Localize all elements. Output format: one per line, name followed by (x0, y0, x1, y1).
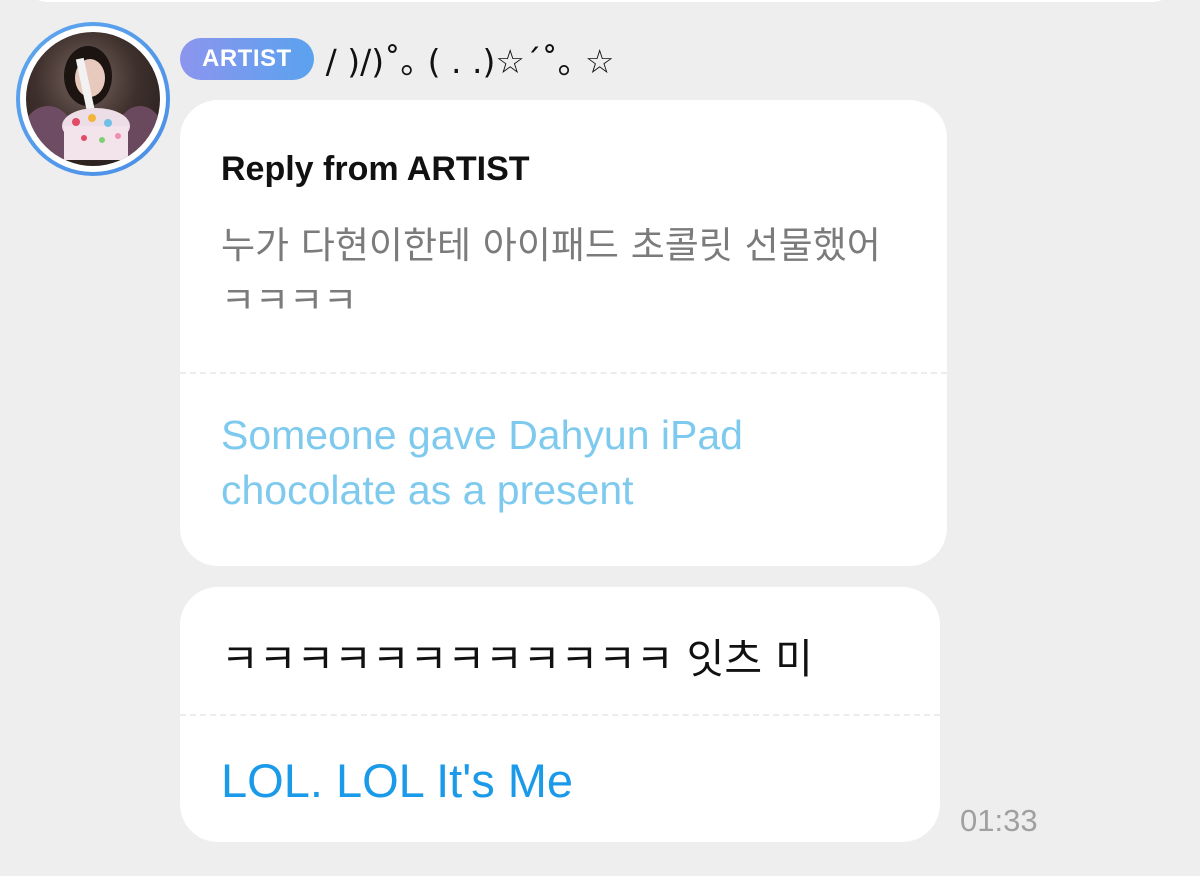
avatar-cake-deco (88, 114, 96, 122)
avatar-cake-deco (72, 118, 80, 126)
reply-original-text: 누가 다현이한테 아이패드 초콜릿 선물했어ㅋㅋㅋㅋ (221, 224, 881, 322)
avatar-illustration (26, 46, 160, 166)
message-timestamp: 01:33 (960, 803, 1038, 838)
reply-header: Reply from ARTIST (221, 150, 530, 188)
previous-message-bubble-edge (22, 0, 1178, 2)
avatar-cake-deco (115, 133, 121, 139)
avatar-cake-deco (104, 119, 112, 127)
avatar-cake-deco (81, 135, 87, 141)
avatar-cake-deco (99, 137, 105, 143)
message-original-text: ㅋㅋㅋㅋㅋㅋㅋㅋㅋㅋㅋㅋ 잇츠 미 (221, 635, 813, 683)
avatar-border (20, 26, 166, 172)
reply-translation-text: Someone gave Dahyun iPad chocolate as a … (221, 412, 743, 513)
message-bubble[interactable]: ㅋㅋㅋㅋㅋㅋㅋㅋㅋㅋㅋㅋ 잇츠 미 LOL. LOL It's Me (180, 587, 940, 842)
sender-display-name: / )/)˚｡ ( . .)☆´˚｡ ☆ (325, 42, 615, 81)
translation-divider (180, 372, 947, 374)
avatar-cake-body (64, 126, 128, 160)
artist-avatar-photo (26, 32, 160, 166)
translation-divider (180, 714, 940, 716)
artist-badge: ARTIST (180, 38, 314, 80)
sender-name-row: ARTIST / )/)˚｡ ( . .)☆´˚｡ ☆ (180, 34, 615, 84)
artist-avatar[interactable] (16, 22, 170, 176)
reply-message-bubble[interactable]: Reply from ARTIST 누가 다현이한테 아이패드 초콜릿 선물했어… (180, 100, 947, 566)
message-translation-text: LOL. LOL It's Me (221, 754, 574, 807)
